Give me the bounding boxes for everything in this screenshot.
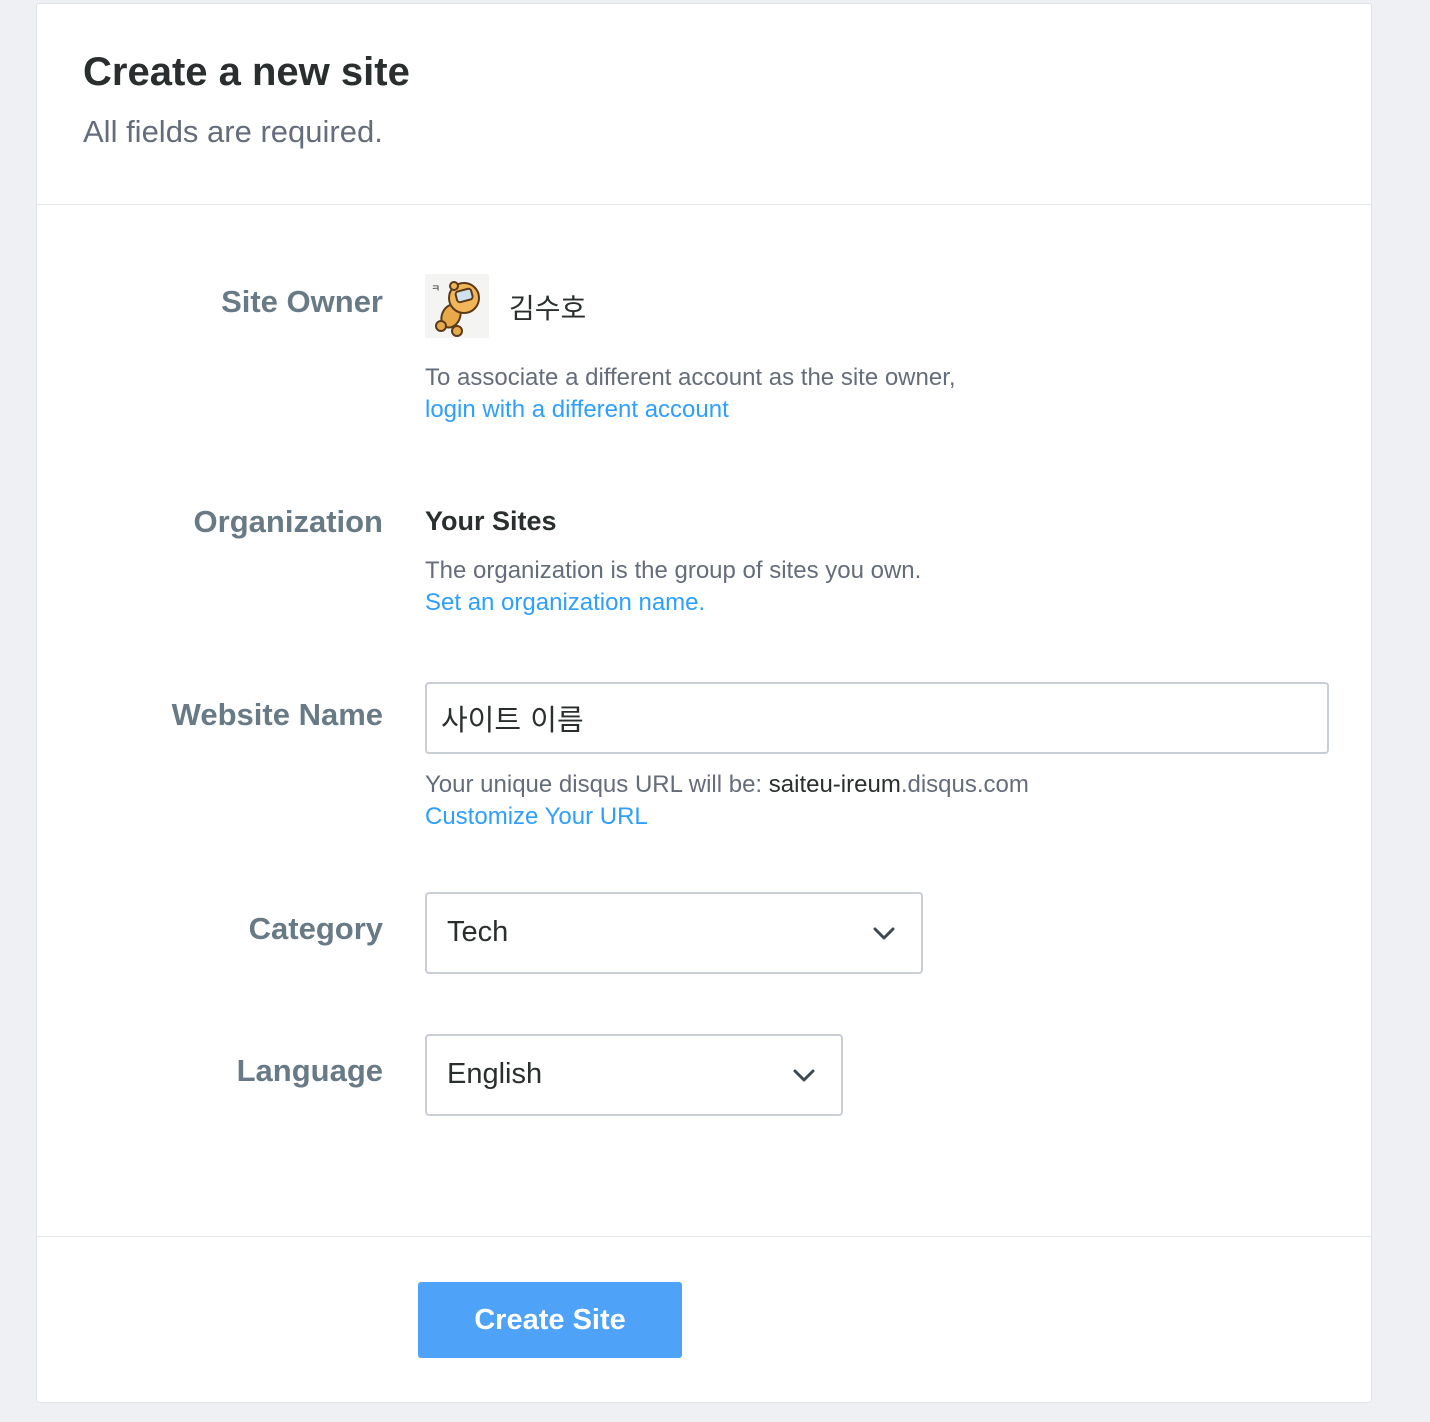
- svg-text:ㅋ: ㅋ: [431, 284, 440, 295]
- set-organization-name-link[interactable]: Set an organization name.: [425, 589, 705, 617]
- language-select[interactable]: English: [425, 1034, 843, 1116]
- organization-label: Organization: [193, 504, 383, 539]
- create-site-button[interactable]: Create Site: [418, 1282, 682, 1358]
- card-footer-divider: [37, 1236, 1371, 1237]
- avatar-image: ㅋ: [431, 281, 480, 337]
- chevron-down-icon: [873, 927, 895, 940]
- organization-name: Your Sites: [425, 506, 557, 536]
- create-site-card: Create a new site All fields are require…: [36, 3, 1372, 1403]
- url-prefix: Your unique disqus URL will be:: [425, 771, 769, 798]
- login-different-account-link[interactable]: login with a different account: [425, 396, 729, 424]
- website-name-input[interactable]: [425, 682, 1329, 754]
- website-name-label: Website Name: [171, 697, 383, 732]
- disqus-url-help: Your unique disqus URL will be: saiteu-i…: [425, 771, 1029, 799]
- owner-help-text: To associate a different account as the …: [425, 364, 956, 391]
- language-selected-value: English: [447, 1058, 543, 1090]
- language-label: Language: [236, 1053, 383, 1088]
- category-select[interactable]: Tech: [425, 892, 923, 974]
- page-title: Create a new site: [83, 50, 410, 94]
- card-header: Create a new site All fields are require…: [37, 4, 1371, 205]
- url-slug: saiteu-ireum: [768, 771, 901, 798]
- organization-help-text: The organization is the group of sites y…: [425, 557, 922, 584]
- category-selected-value: Tech: [447, 916, 509, 948]
- customize-url-link[interactable]: Customize Your URL: [425, 803, 648, 831]
- site-owner-label: Site Owner: [221, 284, 383, 319]
- url-suffix: .disqus.com: [900, 771, 1029, 798]
- page-subtitle: All fields are required.: [83, 114, 383, 149]
- bear-avatar-icon: ㅋ: [425, 274, 489, 338]
- owner-name: 김수호: [509, 293, 587, 324]
- chevron-down-icon: [793, 1069, 815, 1082]
- category-label: Category: [248, 911, 383, 946]
